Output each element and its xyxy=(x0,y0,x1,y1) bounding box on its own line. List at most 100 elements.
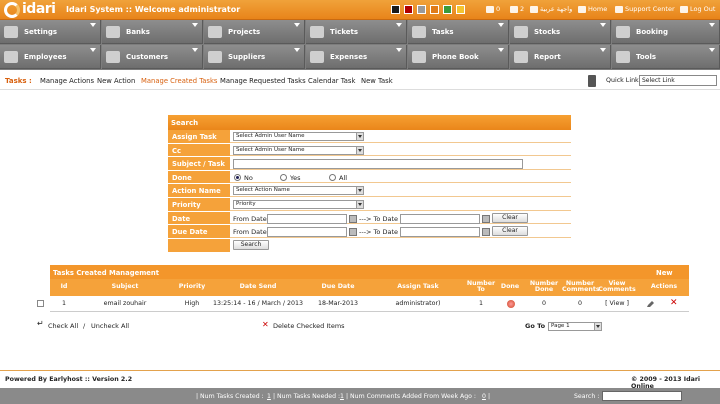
row-number-comments: 0 xyxy=(577,300,582,307)
priority-select[interactable]: Priority xyxy=(233,199,364,209)
calendar-icon[interactable] xyxy=(482,214,490,223)
support-link[interactable]: Support Center xyxy=(615,5,675,13)
menu-phone-book[interactable]: Phone Book xyxy=(408,45,509,69)
new-task-link[interactable]: New xyxy=(656,269,673,277)
date-clear-button[interactable]: Clear xyxy=(492,212,528,223)
tools-icon xyxy=(616,51,630,63)
done-radio-no[interactable]: No xyxy=(234,174,253,182)
action-name-select[interactable]: Select Action Name xyxy=(233,186,364,196)
chevron-down-icon xyxy=(600,48,606,52)
menu-settings[interactable]: Settings xyxy=(0,20,101,44)
done-label: Done xyxy=(168,170,230,184)
notifications-counter[interactable]: 2 xyxy=(510,5,524,13)
powered-by: Powered By Earlyhost :: Version 2.2 xyxy=(5,376,133,383)
link-new-task[interactable]: New Task xyxy=(361,77,393,85)
link-calendar-task[interactable]: Calendar Task xyxy=(308,77,355,85)
theme-color-orange[interactable] xyxy=(430,5,439,14)
num-tasks-needed[interactable]: 1 xyxy=(340,393,344,400)
due-from-input[interactable] xyxy=(267,227,347,238)
cc-select[interactable]: Select Admin User Name xyxy=(233,145,364,155)
chevron-down-icon xyxy=(356,187,363,195)
link-manage-created-tasks[interactable]: Manage Created Tasks xyxy=(141,77,217,85)
bank-icon xyxy=(106,26,120,38)
logout-link[interactable]: Log Out xyxy=(680,5,715,13)
search-button[interactable]: Search xyxy=(233,239,269,250)
date-to-input[interactable] xyxy=(400,213,480,224)
menu-tools[interactable]: Tools xyxy=(612,45,720,69)
link-manage-requested-tasks[interactable]: Manage Requested Tasks xyxy=(220,77,306,85)
menu-expenses[interactable]: Expenses xyxy=(306,45,407,69)
edit-icon[interactable] xyxy=(646,300,655,308)
row-checkbox[interactable] xyxy=(37,300,44,307)
theme-color-black[interactable] xyxy=(391,5,400,14)
menu-suppliers[interactable]: Suppliers xyxy=(204,45,305,69)
calendar-icon[interactable] xyxy=(349,214,357,223)
chevron-down-icon xyxy=(356,133,363,140)
row-number-done: 0 xyxy=(541,300,546,307)
not-done-icon xyxy=(507,300,515,308)
search-button-row: Search xyxy=(168,238,571,253)
assign-task-row: Assign Task Select Admin User Name xyxy=(168,130,571,144)
row-due-date: 18-Mar-2013 xyxy=(317,300,359,307)
menu-booking[interactable]: Booking xyxy=(612,20,720,44)
logout-icon xyxy=(680,5,688,13)
link-new-action[interactable]: New Action xyxy=(97,77,135,85)
chevron-down-icon xyxy=(356,146,363,154)
calendar-icon[interactable] xyxy=(349,228,357,237)
goto-label: Go To xyxy=(525,322,546,330)
menu-tasks[interactable]: Tasks xyxy=(408,20,509,44)
row-view-link[interactable]: [ View ] xyxy=(598,300,636,307)
delete-icon[interactable]: ✕ xyxy=(670,299,678,308)
messages-counter[interactable]: 0 xyxy=(486,5,500,13)
done-radio-yes[interactable]: Yes xyxy=(280,174,301,182)
uncheck-all-link[interactable]: Uncheck All xyxy=(91,322,129,330)
col-actions: Actions xyxy=(650,283,678,290)
menu-customers[interactable]: Customers xyxy=(102,45,203,69)
menu-stocks[interactable]: Stocks xyxy=(510,20,611,44)
cc-label: Cc xyxy=(168,143,230,157)
idari-logo[interactable]: idari xyxy=(4,1,56,19)
menu-banks[interactable]: Banks xyxy=(102,20,203,44)
calendar-icon[interactable] xyxy=(482,228,490,237)
cc-row: Cc Select Admin User Name xyxy=(168,143,571,158)
row-subject[interactable]: email zouhair xyxy=(80,300,170,307)
date-label: Date xyxy=(168,211,230,225)
tasks-table: Tasks Created Management New Id Subject … xyxy=(50,265,689,312)
menu-tickets[interactable]: Tickets xyxy=(306,20,407,44)
row-date-send: 13:25:14 - 16 / March / 2013 xyxy=(212,300,304,307)
table-title: Tasks Created Management xyxy=(53,269,159,277)
status-search-input[interactable] xyxy=(602,391,682,401)
due-to-input[interactable] xyxy=(400,227,480,238)
theme-color-green[interactable] xyxy=(443,5,452,14)
date-row: Date From Date ---> To Date Clear xyxy=(168,211,571,226)
quick-link-label: Quick Link xyxy=(606,77,639,84)
goto-page-select[interactable]: Page 1 xyxy=(548,322,602,331)
assign-task-select[interactable]: Select Admin User Name xyxy=(233,132,364,141)
due-clear-button[interactable]: Clear xyxy=(492,226,528,237)
delete-checked-link[interactable]: Delete Checked Items xyxy=(273,322,345,330)
menu-employees[interactable]: Employees xyxy=(0,45,101,69)
date-from-input[interactable] xyxy=(267,213,347,224)
check-all-link[interactable]: Check All xyxy=(48,322,78,330)
language-link[interactable]: واجهة عربية xyxy=(530,5,572,13)
status-search-label: Search : xyxy=(574,393,600,400)
phone-icon xyxy=(588,75,596,87)
num-tasks-created[interactable]: 1 xyxy=(267,393,271,400)
row-priority: High xyxy=(184,300,200,307)
theme-color-gray[interactable] xyxy=(417,5,426,14)
table-header: Id Subject Priority Date Send Due Date A… xyxy=(50,279,689,296)
subnav-title: Tasks : xyxy=(5,77,32,85)
home-link[interactable]: Home xyxy=(578,5,607,13)
subject-input[interactable] xyxy=(233,159,523,170)
flag-icon xyxy=(530,5,538,13)
link-manage-actions[interactable]: Manage Actions xyxy=(40,77,94,85)
theme-color-yellow[interactable] xyxy=(456,5,465,14)
menu-report[interactable]: Report xyxy=(510,45,611,69)
quick-link-select[interactable]: Select Link xyxy=(639,75,717,86)
theme-color-red[interactable] xyxy=(404,5,413,14)
col-done: Done xyxy=(500,283,520,290)
menu-projects[interactable]: Projects xyxy=(204,20,305,44)
num-comments-week[interactable]: 0 xyxy=(482,393,486,400)
col-subject: Subject xyxy=(111,283,139,290)
done-radio-all[interactable]: All xyxy=(329,174,347,182)
